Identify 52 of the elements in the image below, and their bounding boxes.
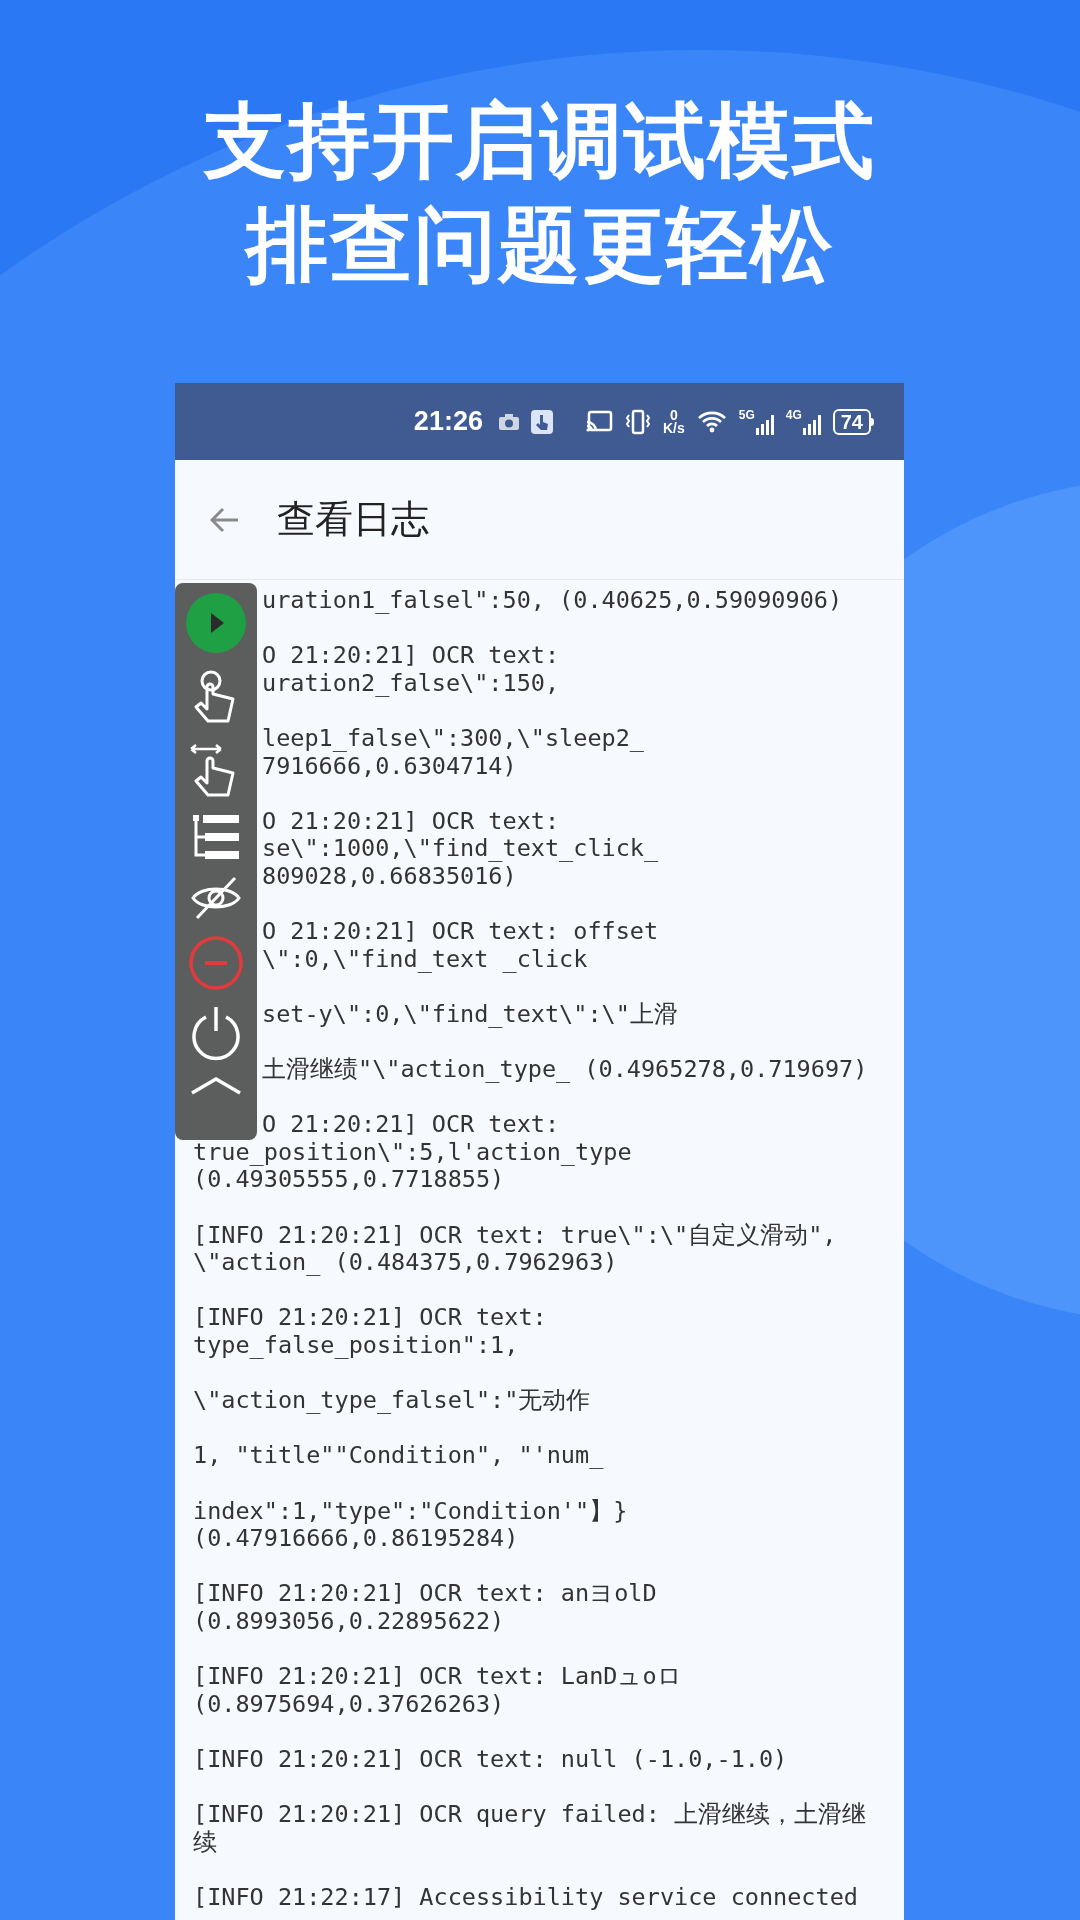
eye-off-icon[interactable] — [189, 875, 243, 921]
log-line: uration1_falsel":50, (0.40625,0.59090906) — [262, 587, 843, 615]
log-line: \":0,\"find_text _click — [262, 945, 588, 974]
log-line: (0.8975694,0.37626263) — [193, 1690, 505, 1719]
log-line: [INFO 21:20:21] OCR query failed: 上滑继续，土滑继 — [193, 1801, 867, 1829]
log-line: [INFO 21:20:21] OCR text: true\":\"自定义滑动", — [193, 1221, 837, 1250]
camera-icon — [498, 413, 519, 430]
hand-badge-icon — [530, 409, 553, 434]
log-line: [INFO 21:22:17] Accessibility service connected — [193, 1883, 858, 1912]
log-line: O 21:20:21] OCR text: — [262, 1111, 560, 1139]
network-type: 4G — [785, 408, 802, 421]
signal-bars-icon — [755, 414, 774, 435]
chevron-up-icon[interactable] — [188, 1075, 244, 1095]
battery-level: 74 — [832, 408, 871, 435]
log-line: [INFO 21:20:21] OCR text: — [193, 1304, 547, 1333]
signal-bars-icon — [802, 414, 821, 435]
log-line: 7916666,0.6304714) — [262, 752, 517, 781]
log-line: 土滑继绩"\"action_type_ (0.4965278,0.719697) — [262, 1056, 868, 1084]
log-line: index":1,"type":"Condition'"】} — [193, 1497, 628, 1526]
log-line: [INFO 21:20:21] OCR text: anヨolD — [193, 1580, 657, 1608]
headline: 支持开启调试模式 — [204, 94, 876, 188]
wifi-icon — [696, 409, 727, 434]
back-arrow-icon[interactable] — [210, 506, 240, 533]
log-line: 续 — [193, 1828, 217, 1857]
log-line: uration2_false\":150, — [262, 669, 560, 698]
log-line: (0.49305555,0.7718855) — [193, 1166, 505, 1195]
list-icon[interactable] — [191, 815, 241, 861]
speed-value: 0 — [669, 408, 678, 422]
log-line: 1, "title""Condition", "'num_ — [193, 1442, 604, 1470]
speed-unit: K/s — [662, 421, 685, 435]
log-line: set-y\":0,\"find_text\":\"上滑 — [262, 1000, 678, 1029]
headline: 排查问题更轻松 — [246, 198, 834, 292]
page-title: 查看日志 — [277, 497, 429, 542]
log-line: se\":1000,\"find_text_click_ — [262, 835, 659, 863]
log-line: (0.8993056,0.22895622) — [193, 1607, 505, 1636]
log-line: O 21:20:21] OCR text: — [262, 807, 560, 836]
network-type: 5G — [738, 408, 755, 421]
log-line: [INFO 21:20:21] OCR text: null (-1.0,-1.0) — [193, 1745, 788, 1774]
log-line: type_false_position":1, — [193, 1332, 519, 1360]
play-button-icon[interactable] — [186, 593, 246, 653]
log-line: (0.47916666,0.86195284) — [193, 1525, 519, 1553]
log-line: \"action_type_falsel":"无动作 — [193, 1387, 591, 1415]
log-line: true_position\":5,l'action_type — [193, 1138, 632, 1167]
log-line: O 21:20:21] OCR text: offset — [262, 918, 659, 946]
log-line: O 21:20:21] OCR text: — [262, 642, 560, 670]
log-line: 809028,0.66835016) — [262, 862, 517, 891]
cast-icon — [584, 409, 613, 434]
vibrate-icon — [624, 408, 651, 435]
clock: 21:26 — [413, 405, 483, 439]
log-line: \"action_ (0.484375,0.7962963) — [193, 1249, 618, 1277]
log-line: [INFO 21:20:21] OCR text: LanDュoロ — [193, 1663, 682, 1691]
log-line: leep1_false\":300,\"sleep2_ — [262, 724, 644, 753]
